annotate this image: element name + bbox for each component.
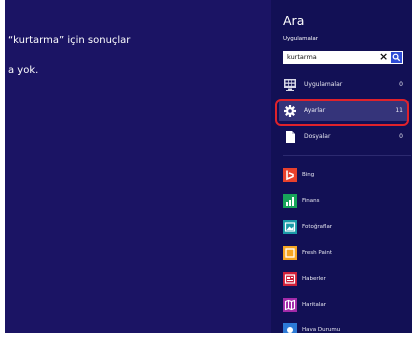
app-label: Haberler: [302, 276, 326, 282]
weather-sun-icon: [283, 323, 297, 333]
app-label: Finans: [302, 198, 320, 204]
app-item-hava-durumu[interactable]: Hava Durumu: [283, 322, 408, 333]
charm-title: Ara: [283, 13, 305, 28]
bing-icon: [283, 168, 297, 182]
clear-icon[interactable]: ×: [379, 50, 388, 64]
app-item-fotograflar[interactable]: Fotoğraflar: [283, 219, 408, 239]
news-icon: [283, 272, 297, 286]
apps-icon: [284, 79, 296, 91]
category-dosyalar[interactable]: Dosyalar 0: [279, 127, 409, 147]
results-title: “kurtarma” için sonuçlar: [8, 35, 131, 46]
app-item-finans[interactable]: Finans: [283, 193, 408, 213]
finance-chart-icon: [283, 194, 297, 208]
maps-icon: [283, 298, 297, 312]
app-label: Bing: [302, 172, 315, 178]
app-label: Fotoğraflar: [302, 224, 333, 230]
category-label: Uygulamalar: [304, 81, 343, 88]
app-item-haritalar[interactable]: Haritalar: [283, 297, 408, 317]
app-item-bing[interactable]: Bing: [283, 167, 408, 187]
category-count: 0: [399, 81, 403, 88]
photos-icon: [283, 220, 297, 234]
category-label: Dosyalar: [304, 133, 331, 140]
search-charm: Ara Uygulamalar kurtarma × Uygulamalar 0: [271, 0, 412, 333]
category-uygulamalar[interactable]: Uygulamalar 0: [279, 75, 409, 95]
no-results-message: a yok.: [8, 65, 39, 76]
divider: [283, 155, 411, 156]
app-item-haberler[interactable]: Haberler: [283, 271, 408, 291]
paint-canvas-icon: [283, 246, 297, 260]
search-input-value[interactable]: kurtarma: [287, 53, 317, 61]
search-input[interactable]: kurtarma ×: [283, 50, 403, 64]
category-count: 0: [399, 133, 403, 140]
app-label: Fresh Paint: [302, 250, 332, 256]
search-scope-label[interactable]: Uygulamalar: [283, 36, 318, 42]
app-label: Hava Durumu: [302, 327, 341, 333]
screen: “kurtarma” için sonuçlar a yok. Ara Uygu…: [5, 0, 412, 333]
app-label: Haritalar: [302, 302, 326, 308]
search-button[interactable]: [391, 52, 402, 63]
highlight-outline: [275, 99, 409, 126]
file-icon: [286, 131, 295, 143]
search-icon: [392, 53, 401, 62]
app-item-fresh-paint[interactable]: Fresh Paint: [283, 245, 408, 265]
